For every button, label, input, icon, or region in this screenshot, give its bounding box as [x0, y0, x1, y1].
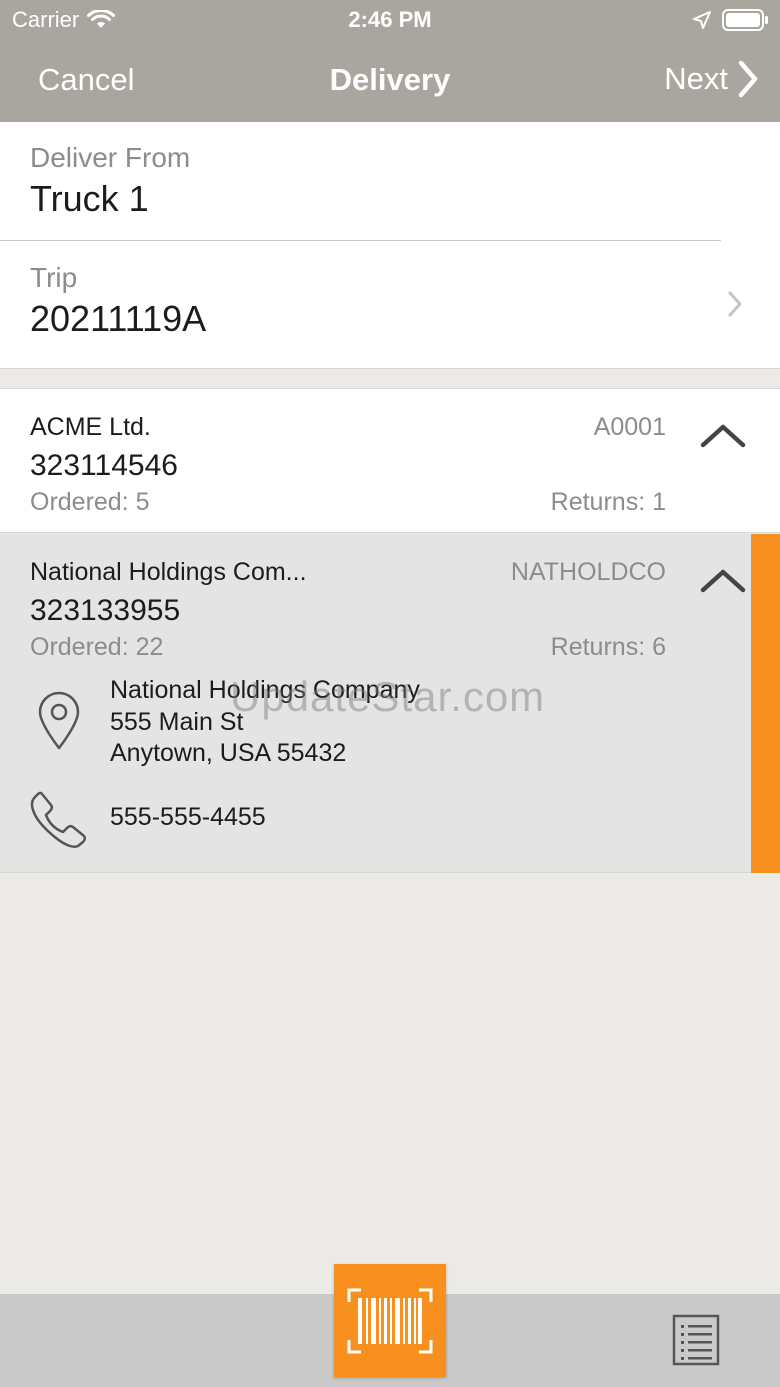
returns-count: Returns: 1: [550, 488, 666, 516]
selection-indicator: [751, 534, 780, 873]
next-label: Next: [664, 61, 728, 96]
deliver-from-field: Deliver From Truck 1: [30, 142, 190, 220]
chevron-right-icon: [738, 60, 758, 98]
deliver-from-value: Truck 1: [30, 178, 149, 219]
returns-count: Returns: 6: [550, 633, 666, 661]
chevron-up-icon[interactable]: [699, 566, 747, 594]
address-line: Anytown, USA 55432: [110, 739, 347, 767]
customer-phone[interactable]: 555-555-4455: [110, 803, 266, 832]
chevron-up-icon[interactable]: [699, 421, 747, 449]
deliver-from-label: Deliver From: [30, 142, 191, 173]
customer-code: NATHOLDCO: [510, 558, 666, 586]
chevron-right-icon: [728, 291, 742, 317]
customer-code: A0001: [593, 413, 666, 441]
status-time: 2:46 PM: [348, 7, 432, 32]
next-button[interactable]: Next: [664, 60, 758, 98]
customer-address: National Holdings Company 555 Main St An…: [110, 675, 420, 770]
ordered-count: Ordered: 22: [30, 633, 164, 661]
ordered-count: Ordered: 5: [30, 488, 150, 516]
customer-number: 323133955: [30, 594, 181, 627]
customer-card[interactable]: ACME Ltd. A0001 323114546 Ordered: 5 Ret…: [0, 389, 780, 533]
list-button[interactable]: [671, 1313, 721, 1372]
trip-label: Trip: [30, 262, 78, 293]
customer-name: ACME Ltd.: [30, 413, 151, 441]
address-line: National Holdings Company: [110, 676, 420, 704]
phone-icon: [30, 791, 87, 848]
barcode-scan-button[interactable]: [334, 1264, 446, 1377]
battery-icon: [722, 9, 768, 31]
address-line: 555 Main St: [110, 707, 244, 736]
cancel-button[interactable]: Cancel: [38, 62, 135, 98]
status-bar: Carrier 2:46 PM: [0, 0, 780, 40]
customer-card-selected[interactable]: National Holdings Com... NATHOLDCO 32313…: [0, 534, 780, 873]
delivery-header: Deliver From Truck 1 Trip 20211119A: [0, 122, 780, 368]
trip-row[interactable]: Trip 20211119A: [0, 241, 780, 368]
map-pin-icon: [38, 691, 80, 750]
status-right: [692, 8, 770, 32]
location-arrow-icon: [693, 11, 711, 29]
list-icon: [672, 1314, 720, 1366]
barcode-scan-icon: [347, 1288, 433, 1353]
customer-name: National Holdings Com...: [30, 558, 307, 586]
section-separator: [0, 368, 780, 389]
trip-value: 20211119A: [30, 298, 207, 339]
navigation-bar: Cancel Delivery Next: [0, 40, 780, 122]
customer-number: 323114546: [30, 449, 178, 482]
